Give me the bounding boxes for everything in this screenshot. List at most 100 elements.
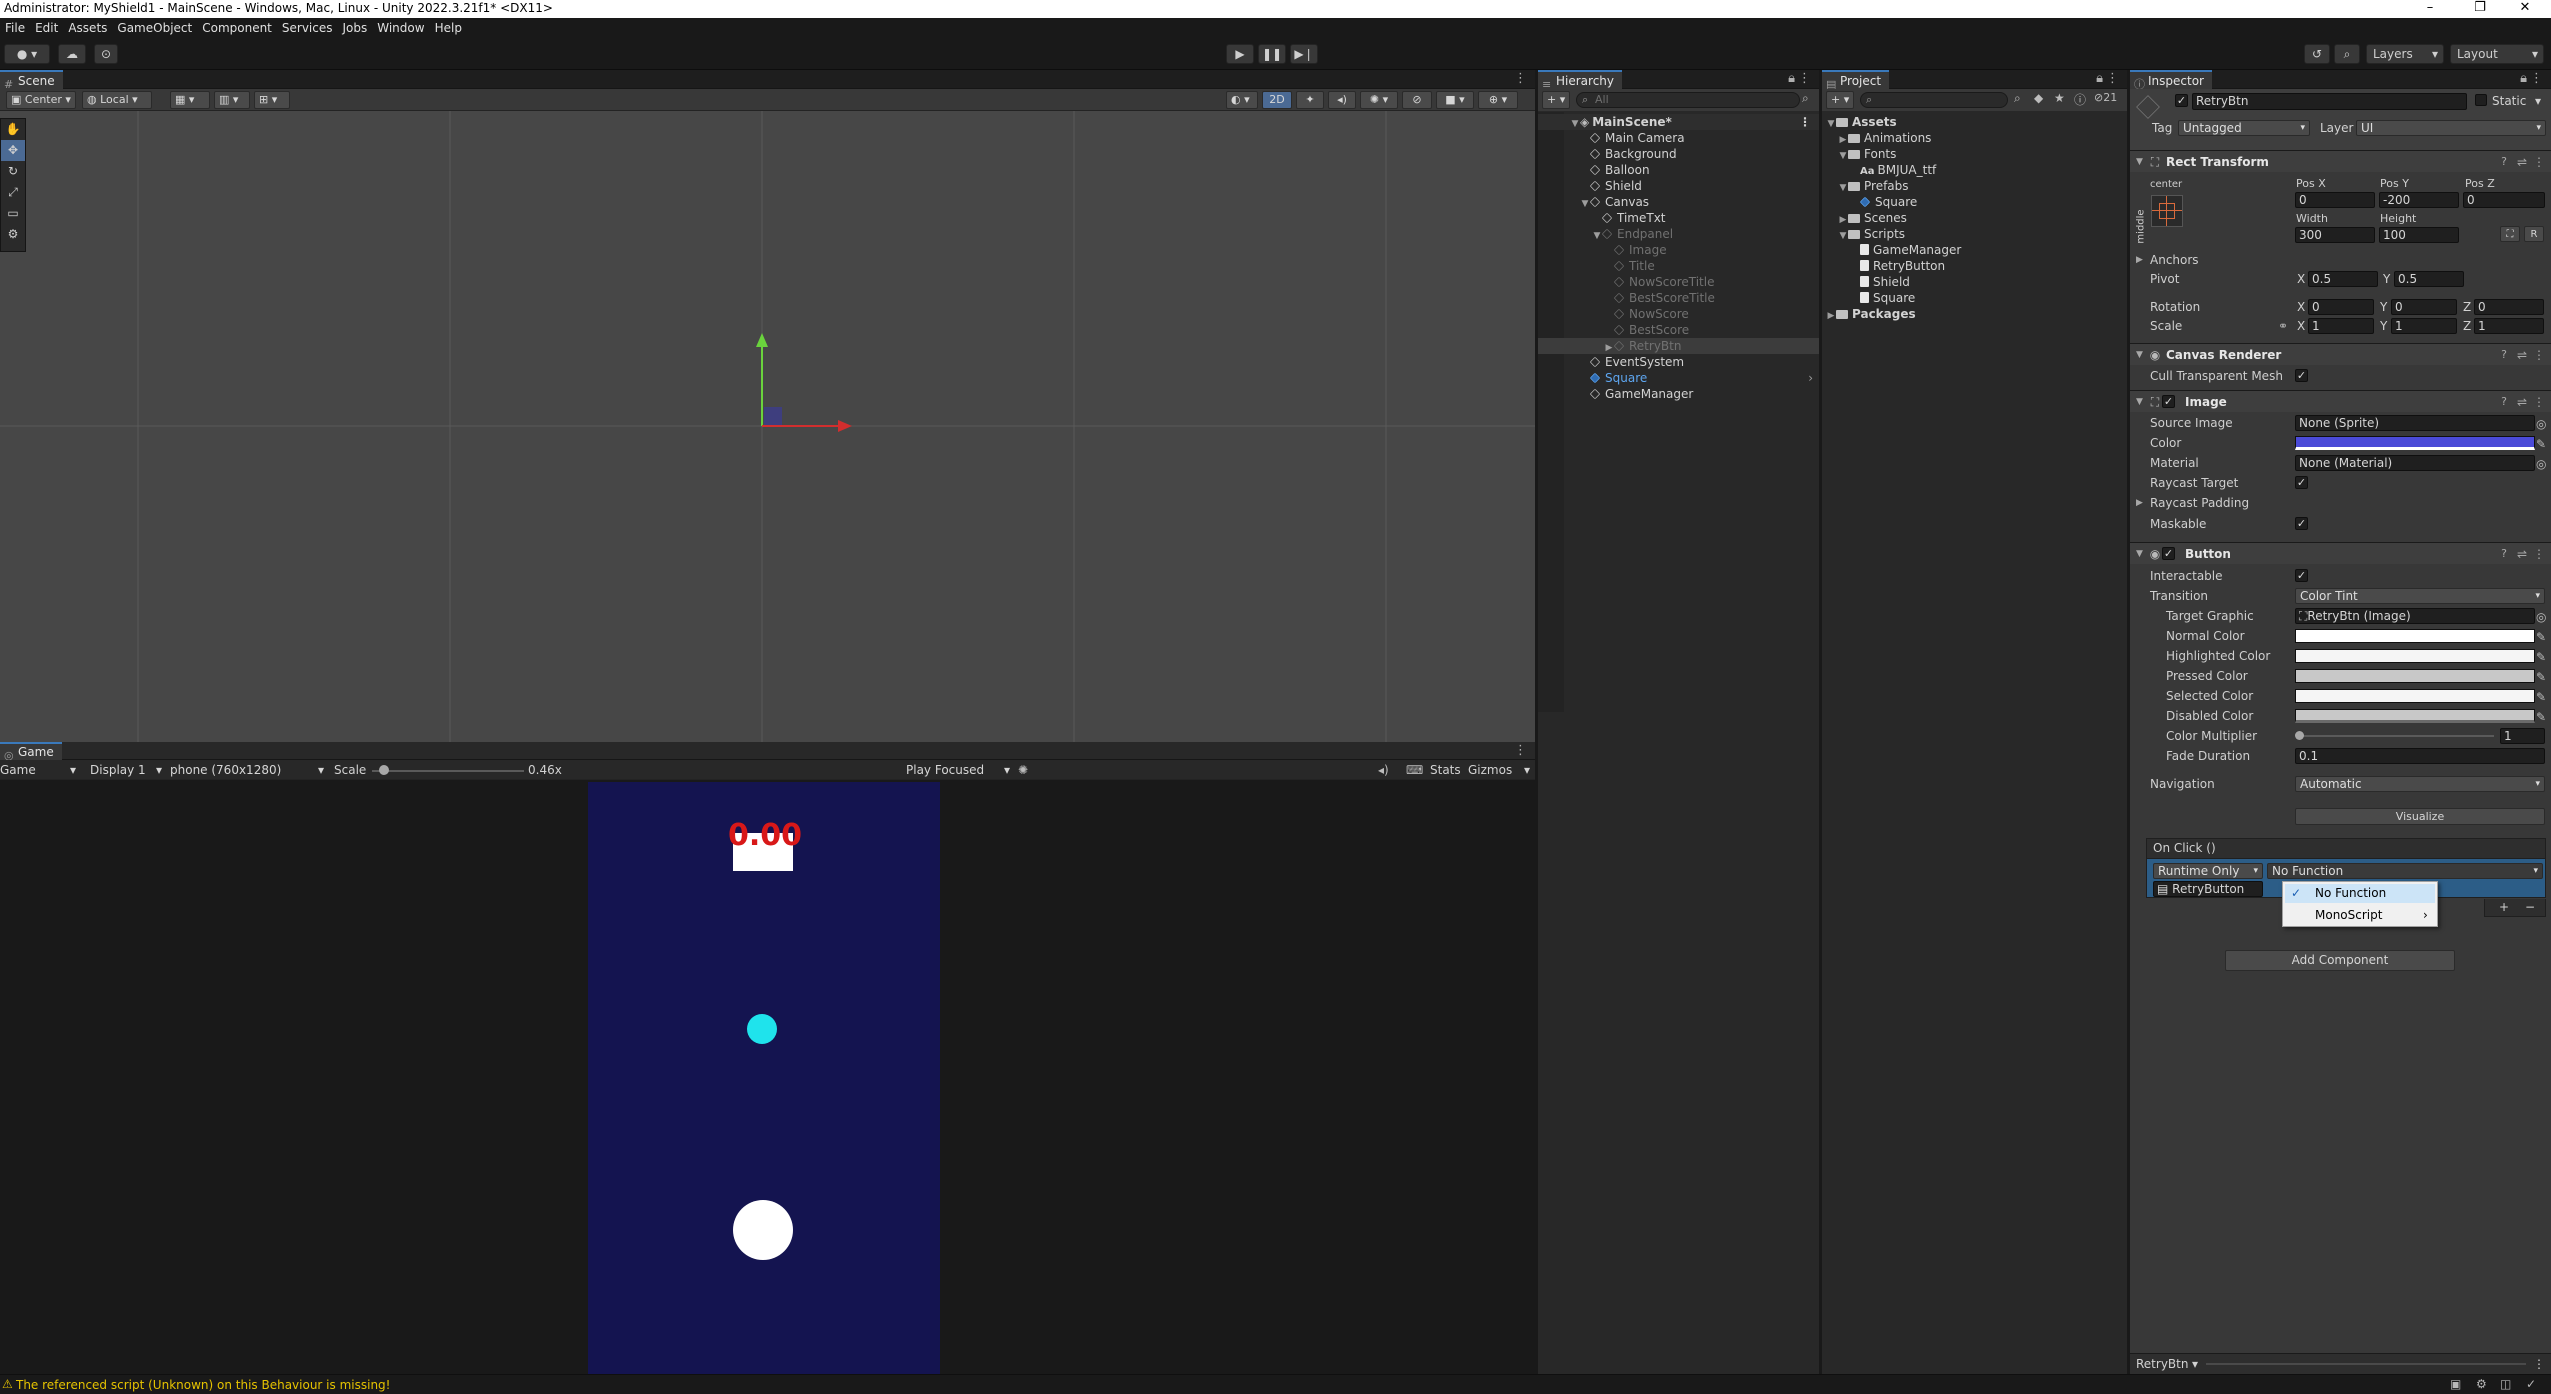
remove-event-button[interactable]: −	[2525, 899, 2535, 915]
2d-toggle[interactable]: 2D	[1262, 91, 1292, 109]
space-dropdown[interactable]: ◍ Local ▾	[82, 91, 152, 109]
popup-item-monoscript[interactable]: MonoScript ›	[2285, 906, 2435, 925]
menu-window[interactable]: Window	[372, 18, 429, 38]
maximize-button[interactable]: ❐	[2460, 0, 2500, 18]
presets-icon[interactable]: ⇌	[2517, 391, 2527, 413]
inspector-lock-icon[interactable]: 🔒︎	[2520, 71, 2527, 86]
history-icon[interactable]: ↺	[2304, 44, 2330, 64]
color-swatch[interactable]	[2295, 436, 2535, 450]
hidden-packages-counter[interactable]: ⊘21	[2094, 91, 2117, 104]
hierarchy-item[interactable]: Image	[1538, 242, 1819, 258]
raycast-padding-row[interactable]: ▶ Raycast Padding	[2130, 494, 2551, 512]
tab-project[interactable]: ▤ Project	[1822, 70, 1890, 91]
popup-item-no-function[interactable]: ✓ No Function	[2285, 884, 2435, 903]
target-graphic-field[interactable]: ⛶RetryBtn (Image)	[2295, 608, 2535, 624]
tab-hierarchy[interactable]: ≡ Hierarchy	[1538, 70, 1623, 91]
source-image-field[interactable]: None (Sprite)	[2295, 415, 2535, 431]
maskable-checkbox[interactable]: ✓	[2295, 517, 2308, 530]
static-dropdown-icon[interactable]: ▾	[2535, 92, 2541, 110]
audio-icon[interactable]: ◂)	[1328, 91, 1356, 109]
raycast-target-checkbox[interactable]: ✓	[2295, 476, 2308, 489]
hierarchy-lock-icon[interactable]: 🔒︎	[1788, 71, 1795, 86]
rect-transform-header[interactable]: ▼ ⛶ Rect Transform? ⇌ ⋮	[2130, 150, 2551, 172]
layout-dropdown[interactable]: Layout ▾	[2450, 44, 2544, 64]
rot-y-field[interactable]: 0	[2391, 299, 2457, 315]
hierarchy-item[interactable]: TimeTxt	[1538, 210, 1819, 226]
layers-dropdown[interactable]: Layers ▾	[2366, 44, 2444, 64]
shading-mode-icon[interactable]: ◐ ▾	[1226, 91, 1258, 109]
hierarchy-item[interactable]: BestScoreTitle	[1538, 290, 1819, 306]
y-axis-arrow[interactable]	[756, 333, 768, 347]
pivot-y-field[interactable]: 0.5	[2394, 271, 2464, 287]
visualize-button[interactable]: Visualize	[2295, 808, 2545, 825]
effects-icon[interactable]: ✺ ▾	[1360, 91, 1398, 109]
help-icon[interactable]: ?	[2501, 391, 2507, 413]
object-name-field[interactable]: RetryBtn	[2192, 93, 2467, 110]
object-picker-icon[interactable]: ◎	[2536, 455, 2546, 473]
hierarchy-item[interactable]: EventSystem	[1538, 354, 1819, 370]
hierarchy-menu-icon[interactable]: ⋮	[1798, 71, 1811, 86]
button-header[interactable]: ▼ ◉ ✓ Button? ⇌ ⋮	[2130, 542, 2551, 564]
gizmos-dropdown[interactable]: Gizmos ▾	[1468, 762, 1532, 778]
project-item[interactable]: ▼ Scripts	[1822, 226, 2127, 242]
tab-scene[interactable]: # Scene	[0, 70, 63, 91]
component-menu-icon[interactable]: ⋮	[2533, 344, 2545, 366]
highlighted-color-swatch[interactable]	[2295, 649, 2535, 663]
expand-arrow-icon[interactable]: ▶	[1826, 308, 1836, 324]
play-button[interactable]: ▶	[1226, 44, 1254, 64]
eyedropper-icon[interactable]: ✎	[2536, 648, 2546, 666]
hidden-objects-icon[interactable]: ⊘	[1402, 91, 1432, 109]
color-multiplier-slider[interactable]	[2298, 735, 2494, 737]
inspector-menu-icon[interactable]: ⋮	[2530, 71, 2543, 86]
posz-field[interactable]: 0	[2463, 192, 2545, 208]
help-icon[interactable]: ?	[2501, 151, 2507, 173]
project-search[interactable]: ⌕	[1860, 92, 2008, 108]
anchors-row[interactable]: ▶ Anchors	[2130, 251, 2551, 269]
cloud-icon[interactable]: ☁	[58, 44, 86, 64]
menu-component[interactable]: Component	[197, 18, 277, 38]
footer-menu-icon[interactable]: ⋮	[2533, 1356, 2545, 1372]
create-dropdown[interactable]: + ▾	[1542, 91, 1570, 109]
add-event-button[interactable]: +	[2499, 899, 2509, 915]
search-icon[interactable]: ⌕	[2334, 44, 2360, 64]
project-item[interactable]: ▼ Fonts	[1822, 146, 2127, 162]
hierarchy-item[interactable]: ▼ Canvas	[1538, 194, 1819, 210]
hierarchy-item[interactable]: Title	[1538, 258, 1819, 274]
image-enabled-checkbox[interactable]: ✓	[2162, 395, 2175, 408]
lighting-icon[interactable]: ✦	[1296, 91, 1324, 109]
transition-dropdown[interactable]: Color Tint ▾	[2295, 588, 2545, 604]
search-by-type-icon[interactable]: ⌕	[2014, 91, 2021, 106]
scene-canvas[interactable]	[0, 111, 1535, 742]
minimize-button[interactable]: –	[2410, 0, 2450, 18]
interactable-checkbox[interactable]: ✓	[2295, 569, 2308, 582]
favorite-icon[interactable]: ★	[2054, 91, 2065, 105]
event-target-field[interactable]: ▤ RetryButton	[2153, 881, 2263, 897]
button-enabled-checkbox[interactable]: ✓	[2162, 547, 2175, 560]
move-gizmo-center[interactable]	[764, 407, 782, 425]
cache-icon[interactable]: ◫	[2500, 1377, 2511, 1391]
eyedropper-icon[interactable]: ✎	[2536, 668, 2546, 686]
menu-edit[interactable]: Edit	[30, 18, 63, 38]
tab-inspector[interactable]: ⓘ Inspector	[2130, 70, 2212, 91]
increment-snap-icon[interactable]: ⊞ ▾	[254, 91, 290, 109]
raw-edit-button[interactable]: R	[2524, 226, 2544, 242]
object-picker-icon[interactable]: ◎	[2536, 415, 2546, 433]
close-button[interactable]: ✕	[2505, 0, 2545, 18]
hierarchy-search[interactable]: ⌕ All	[1576, 92, 1800, 108]
hierarchy-item[interactable]: ▶ RetryBtn	[1538, 338, 1819, 354]
scale-y-field[interactable]: 1	[2391, 318, 2457, 334]
x-axis-arrow[interactable]	[838, 420, 852, 432]
project-item[interactable]: Shield	[1822, 274, 2127, 290]
project-item[interactable]: ▼ Assets	[1822, 114, 2127, 130]
step-button[interactable]: ▶❘	[1290, 44, 1318, 64]
material-field[interactable]: None (Material)	[2295, 455, 2535, 471]
presets-icon[interactable]: ⇌	[2517, 543, 2527, 565]
project-item[interactable]: ▶ Scenes	[1822, 210, 2127, 226]
play-mode-dropdown[interactable]: Play Focused ▾	[906, 762, 1012, 778]
project-lock-icon[interactable]: 🔒︎	[2096, 71, 2103, 86]
project-menu-icon[interactable]: ⋮	[2106, 71, 2119, 86]
sync-icon[interactable]: ✓	[2526, 1377, 2536, 1391]
project-item[interactable]: Square	[1822, 290, 2127, 306]
component-menu-icon[interactable]: ⋮	[2533, 543, 2545, 565]
project-item[interactable]: GameManager	[1822, 242, 2127, 258]
